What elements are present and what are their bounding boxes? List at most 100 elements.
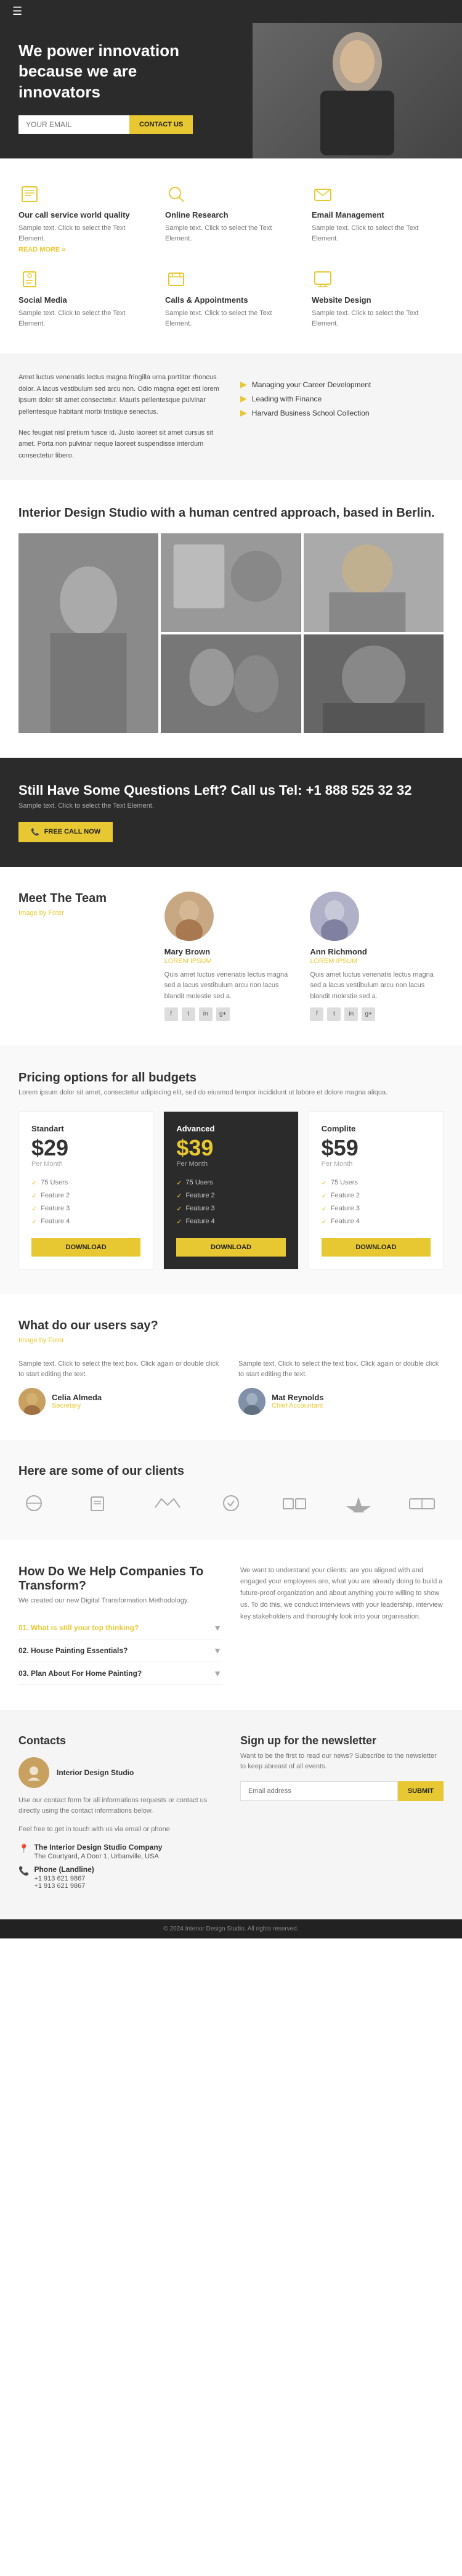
testimonials-title: What do our users say? — [18, 1319, 444, 1333]
cta-title: Still Have Some Questions Left? Call us … — [18, 782, 444, 798]
clients-title: Here are some of our clients — [18, 1464, 444, 1479]
interior-section: Interior Design Studio with a human cent… — [0, 480, 462, 758]
gplus-icon-mary[interactable]: g+ — [216, 1007, 230, 1021]
newsletter-submit-button[interactable]: SUBMIT — [398, 1781, 444, 1801]
testimonials-image-by-link[interactable]: Foter — [48, 1337, 64, 1344]
service-readmore-0[interactable]: READ MORE » — [18, 246, 65, 253]
service-item-4: Calls & Appointments Sample text. Click … — [165, 268, 297, 329]
testimonial-name-1: Mat Reynolds — [272, 1393, 324, 1402]
contact-us-button[interactable]: CONTACT US — [129, 115, 193, 134]
service-title-4: Calls & Appointments — [165, 295, 297, 305]
bullet-item-0: ▶ Managing your Career Development — [240, 379, 444, 390]
team-image-by-link[interactable]: Foter — [48, 909, 64, 917]
testimonial-author-0: Celia Almeda Secretary — [18, 1388, 224, 1415]
text-right: ▶ Managing your Career Development ▶ Lea… — [240, 372, 444, 462]
service-item-2: Email Management Sample text. Click to s… — [312, 183, 444, 253]
pricing-grid: Standart $29 Per Month 75 Users Feature … — [18, 1111, 444, 1270]
service-title-5: Website Design — [312, 295, 444, 305]
facebook-icon-ann[interactable]: f — [310, 1007, 323, 1021]
free-call-button[interactable]: 📞 FREE CALL NOW — [18, 822, 113, 842]
hero-text: We power innovation because we are innov… — [0, 23, 234, 158]
hero-section: We power innovation because we are innov… — [0, 23, 462, 158]
phone-number-2: +1 913 621 9867 — [34, 1882, 94, 1890]
gplus-icon-ann[interactable]: g+ — [362, 1007, 375, 1021]
plan-name-1: Advanced — [176, 1124, 285, 1133]
service-item-3: Social Media Sample text. Click to selec… — [18, 268, 150, 329]
hero-form: CONTACT US — [18, 115, 216, 134]
plan-price-1: $39 — [176, 1137, 285, 1159]
newsletter-input[interactable] — [240, 1781, 398, 1801]
photo-cell-0 — [18, 533, 158, 733]
faq-question-1: 02. House Painting Essentials? — [18, 1646, 128, 1655]
plan-btn-0[interactable]: DOWNLOAD — [31, 1238, 140, 1257]
twitter-icon-ann[interactable]: t — [327, 1007, 341, 1021]
cta-subtitle: Sample text. Click to select the Text El… — [18, 802, 444, 810]
contacts-title: Contacts — [18, 1734, 222, 1747]
contact-company-name: Interior Design Studio — [57, 1768, 134, 1777]
testimonial-avatar-0 — [18, 1388, 46, 1415]
team-grid: Meet The Team Image by Foter Mary Brown … — [18, 892, 444, 1021]
newsletter-description: Want to be the first to read our news? S… — [240, 1751, 444, 1773]
contact-logo-area: Interior Design Studio — [18, 1757, 222, 1788]
client-logo-4 — [273, 1491, 316, 1516]
hero-image — [253, 23, 462, 158]
contact-address: 📍 The Interior Design Studio Company The… — [18, 1843, 222, 1860]
twitter-icon-mary[interactable]: t — [182, 1007, 195, 1021]
pricing-card-advanced: Advanced $39 Per Month 75 Users Feature … — [163, 1111, 298, 1270]
plan-price-0: $29 — [31, 1137, 140, 1159]
bullet-item-1: ▶ Leading with Finance — [240, 393, 444, 404]
member-bio-mary: Quis amet luctus venenatis lectus magna … — [164, 970, 298, 1003]
bullet-arrow-2: ▶ — [240, 408, 247, 418]
plan-name-2: Complite — [322, 1124, 431, 1133]
linkedin-icon-mary[interactable]: in — [199, 1007, 213, 1021]
contacts-right: Sign up for the newsletter Want to be th… — [240, 1734, 444, 1895]
faq-item-0[interactable]: 01. What is still your top thinking? ▼ — [18, 1617, 222, 1639]
service-title-3: Social Media — [18, 295, 150, 305]
contacts-left: Contacts Interior Design Studio Use our … — [18, 1734, 222, 1895]
service-item-0: Our call service world quality Sample te… — [18, 183, 150, 253]
testimonial-info-1: Mat Reynolds Chief Accountant — [272, 1393, 324, 1409]
linkedin-icon-ann[interactable]: in — [344, 1007, 358, 1021]
faq-question-0: 01. What is still your top thinking? — [18, 1623, 139, 1632]
plan-features-2: 75 Users Feature 2 Feature 3 Feature 4 — [322, 1176, 431, 1228]
phone-icon: 📞 — [18, 1866, 29, 1876]
service-icon-5 — [312, 268, 334, 290]
services-section: Our call service world quality Sample te… — [0, 158, 462, 353]
bullet-text-1: Leading with Finance — [252, 395, 322, 403]
hamburger-icon[interactable]: ☰ — [12, 5, 22, 18]
member-role-mary: LOREM IPSUM — [164, 958, 298, 965]
footer: © 2024 Interior Design Studio. All right… — [0, 1919, 462, 1938]
hero-title: We power innovation because we are innov… — [18, 41, 216, 103]
client-logo-6 — [400, 1491, 444, 1516]
faq-item-2[interactable]: 03. Plan About For Home Painting? ▼ — [18, 1662, 222, 1685]
client-logo-3 — [209, 1491, 253, 1516]
plan-btn-2[interactable]: DOWNLOAD — [322, 1238, 431, 1257]
social-links-ann: f t in g+ — [310, 1007, 444, 1021]
client-logo-1 — [82, 1491, 125, 1516]
service-desc-2: Sample text. Click to select the Text El… — [312, 223, 444, 244]
client-logo-0 — [18, 1491, 62, 1516]
interior-title: Interior Design Studio with a human cent… — [18, 505, 444, 521]
testimonials-image-by: Image by Foter — [18, 1337, 444, 1344]
hero-person-svg — [296, 26, 419, 155]
team-section: Meet The Team Image by Foter Mary Brown … — [0, 867, 462, 1046]
member-role-ann: LOREM IPSUM — [310, 958, 444, 965]
plan-feature-0-3: Feature 4 — [31, 1215, 140, 1228]
paragraph-2: Nec feugiat nisl pretium fusce id. Justo… — [18, 427, 222, 462]
plan-feature-2-1: Feature 2 — [322, 1189, 431, 1202]
faq-chevron-0: ▼ — [213, 1623, 222, 1633]
testimonial-avatar-1 — [238, 1388, 265, 1415]
member-name-ann: Ann Richmond — [310, 947, 444, 956]
plan-feature-0-2: Feature 3 — [31, 1202, 140, 1215]
text-left: Amet luctus venenatis lectus magna fring… — [18, 372, 222, 462]
phone-icon: 📞 — [31, 828, 39, 836]
email-input[interactable] — [18, 115, 129, 134]
plan-feature-1-1: Feature 2 — [176, 1189, 285, 1202]
facebook-icon-mary[interactable]: f — [164, 1007, 178, 1021]
nav-bar: ☰ — [0, 0, 462, 23]
bullet-arrow-1: ▶ — [240, 393, 247, 404]
plan-per-1: Per Month — [176, 1160, 285, 1168]
faq-item-1[interactable]: 02. House Painting Essentials? ▼ — [18, 1639, 222, 1662]
plan-btn-1[interactable]: DOWNLOAD — [176, 1238, 285, 1257]
phone-number: +1 913 621 9867 — [34, 1875, 94, 1882]
